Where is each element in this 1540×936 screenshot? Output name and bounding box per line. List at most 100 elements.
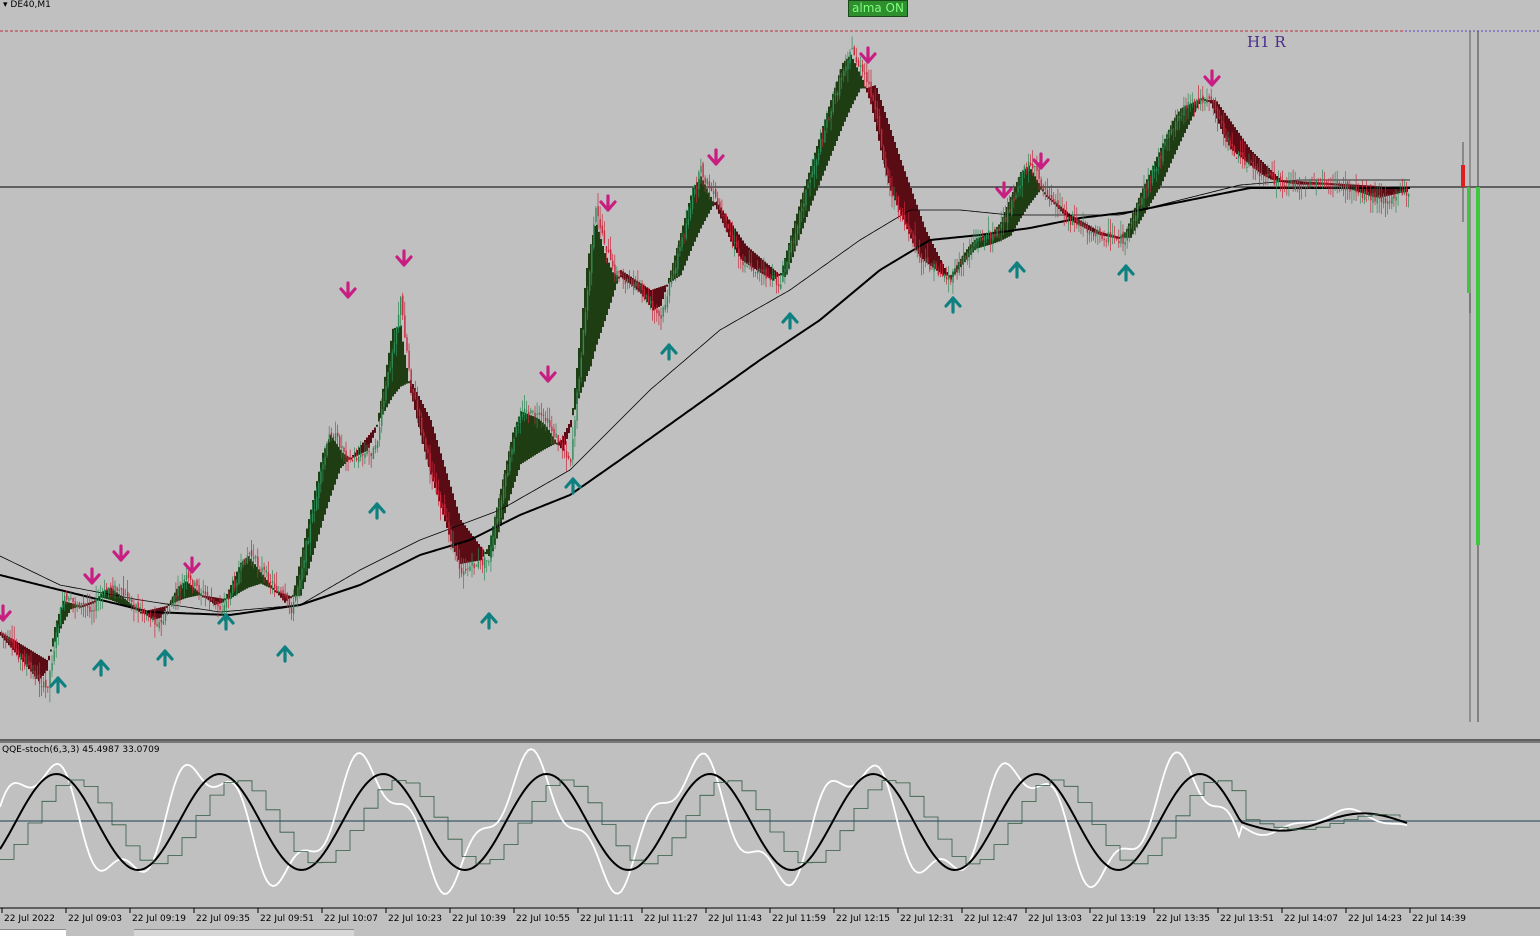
ma-fast-line <box>0 179 1410 613</box>
candle-body <box>1137 204 1139 219</box>
candle-body <box>246 555 249 563</box>
alma-cloud-segment <box>666 284 668 287</box>
candle-body <box>1387 201 1389 205</box>
candle-body <box>530 410 532 414</box>
alma-cloud-segment <box>612 272 614 297</box>
candle-body <box>1359 192 1362 194</box>
candle-body <box>1405 187 1408 196</box>
alma-cloud-segment <box>654 288 656 310</box>
chart-canvas[interactable]: 22 Jul 2022 22 Jul 09:03 22 Jul 09:19 22 Ju… <box>0 0 1540 935</box>
candle-body <box>998 228 1000 231</box>
candle-body <box>1132 218 1135 221</box>
candle-body <box>706 179 708 185</box>
candle-body <box>1193 100 1196 105</box>
candle-body <box>341 445 343 448</box>
candle-body <box>19 655 22 660</box>
alma-cloud-segment <box>568 424 570 434</box>
histogram-bar-long <box>1476 187 1480 545</box>
candle-body <box>1078 223 1080 227</box>
candle-body <box>853 47 855 56</box>
candle-body <box>418 410 421 416</box>
candle-body <box>496 518 498 524</box>
candle-body <box>838 77 841 96</box>
candle-body <box>1162 146 1164 162</box>
candle-body <box>710 187 713 192</box>
time-tick-label: 22 Jul 14:07 <box>1284 914 1338 924</box>
alma-cloud-segment <box>836 81 838 141</box>
alma-toggle-button[interactable]: alma ON <box>848 0 908 17</box>
candle-body <box>131 599 133 602</box>
buy-arrow-icon <box>92 659 110 677</box>
indicator-pane[interactable] <box>0 739 1540 895</box>
candle-body <box>975 240 977 244</box>
candle-body <box>641 283 643 290</box>
candle-body <box>1114 235 1116 239</box>
candle-body <box>406 337 408 351</box>
alma-cloud-segment <box>852 58 854 105</box>
candle-body <box>832 97 834 113</box>
candle-body <box>1332 186 1334 188</box>
candle-body <box>372 447 375 459</box>
candle-body <box>307 540 309 544</box>
buy-arrow-icon <box>781 312 799 330</box>
candle-body <box>1170 128 1173 135</box>
symbol-timeframe-label[interactable]: ▾ DE40,M1 <box>3 0 51 10</box>
candle-body <box>794 233 797 245</box>
candle-body <box>610 249 612 261</box>
candle-body <box>471 561 473 566</box>
candle-body <box>194 582 196 587</box>
candle-body <box>309 523 312 543</box>
buy-arrow-icon <box>217 613 235 631</box>
candle-body <box>595 208 597 222</box>
alma-cloud-segment <box>664 285 666 293</box>
candle-body <box>101 594 104 596</box>
candle-body <box>958 262 960 273</box>
candle-body <box>878 115 881 131</box>
candle-body <box>946 276 948 280</box>
candle-body <box>715 188 717 198</box>
buy-arrow-icon <box>1117 264 1135 282</box>
candle-body <box>857 60 860 67</box>
candle-body <box>190 575 192 580</box>
candle-body <box>1185 105 1187 110</box>
candle-body <box>240 564 242 571</box>
alma-cloud-segment <box>546 426 548 449</box>
candle-body <box>1151 168 1154 184</box>
candle-body <box>603 230 606 244</box>
alma-cloud-segment <box>574 388 576 410</box>
candle-body <box>1345 182 1347 191</box>
alma-cloud-segment <box>402 341 404 386</box>
candle-body <box>1248 162 1250 166</box>
time-tick-label: 22 Jul 10:55 <box>516 914 570 924</box>
candle-body <box>1336 180 1338 185</box>
candle-body <box>1145 188 1147 191</box>
buy-arrow-icon <box>480 612 498 630</box>
alma-cloud-segment <box>400 325 402 387</box>
candle-body <box>1374 191 1376 202</box>
candle-body <box>1095 230 1097 237</box>
candle-body <box>143 610 146 613</box>
candle-body <box>750 263 753 270</box>
candle-body <box>370 453 372 457</box>
candle-body <box>349 457 351 459</box>
candle-body <box>1219 117 1221 119</box>
candle-body <box>643 289 645 298</box>
candle-body <box>43 681 45 688</box>
candle-body <box>1166 137 1168 139</box>
candle-body <box>754 272 757 274</box>
alma-cloud-segment <box>408 381 410 384</box>
candle-body <box>282 589 284 595</box>
candle-body <box>7 636 9 639</box>
candle-body <box>351 460 354 462</box>
time-tick-label: 22 Jul 09:19 <box>132 914 186 924</box>
candle-body <box>887 168 889 177</box>
candle-body <box>1317 181 1320 183</box>
candle-body <box>473 563 475 569</box>
candle-body <box>1294 182 1296 190</box>
alma-cloud-segment <box>290 596 292 599</box>
candle-body <box>647 296 650 302</box>
candle-body <box>515 427 517 437</box>
candle-body <box>534 412 536 418</box>
candle-body <box>971 247 973 253</box>
price-pane[interactable] <box>0 30 1540 722</box>
